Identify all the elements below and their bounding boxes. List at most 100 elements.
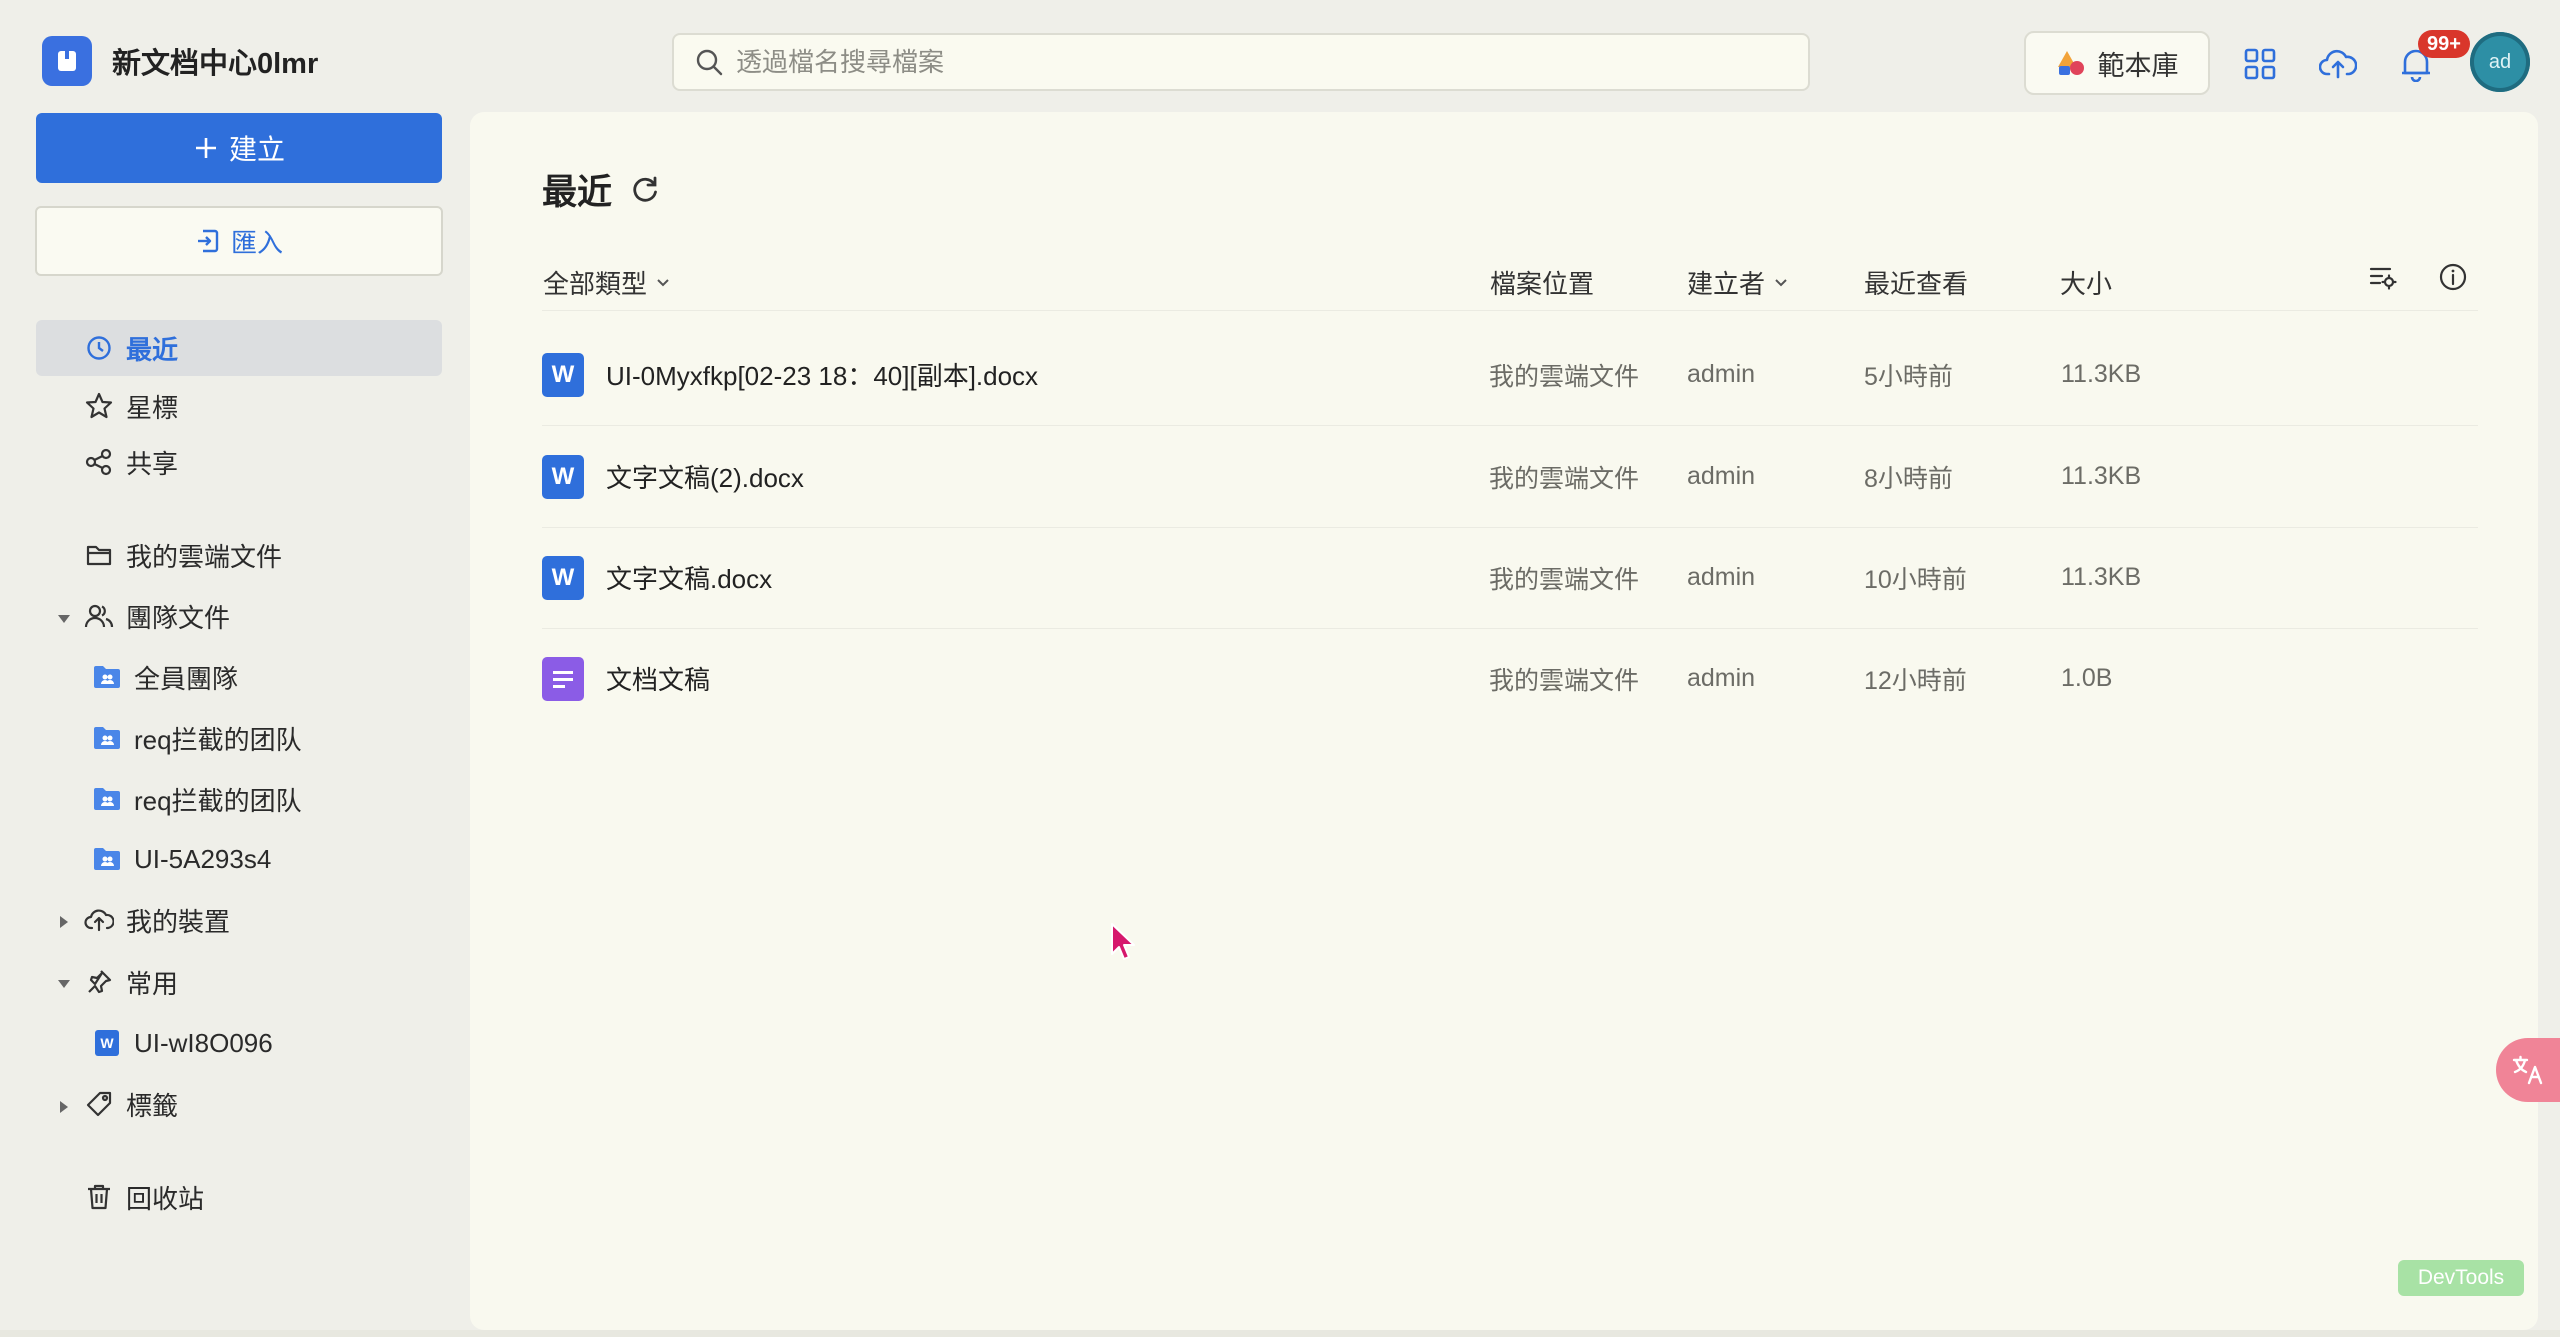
apps-grid-icon[interactable] — [2238, 42, 2282, 86]
page-title-text: 最近 — [542, 173, 613, 212]
mouse-cursor-icon — [1110, 922, 1138, 967]
sidebar-item-label: UI-wI8O096 — [134, 1027, 273, 1058]
template-library-label: 範本庫 — [2097, 50, 2179, 81]
import-button[interactable]: 匯入 — [35, 206, 443, 276]
team-folder-icon — [92, 784, 122, 814]
page-title: 最近 — [542, 164, 660, 215]
create-label: 建立 — [228, 134, 285, 165]
sidebar-item-label: UI-5A293s4 — [134, 843, 272, 874]
trash-icon — [84, 1182, 114, 1212]
sidebar-item-label: 團隊文件 — [126, 602, 231, 633]
file-creator: admin — [1687, 664, 1756, 692]
search-input[interactable] — [734, 45, 1788, 79]
clock-icon — [84, 333, 114, 363]
app-name: 新文档中心0lmr — [112, 48, 319, 80]
header-divider — [542, 310, 2478, 311]
file-location: 我的雲端文件 — [1489, 362, 1640, 391]
template-library-button[interactable]: 範本庫 — [2024, 31, 2210, 95]
sidebar-item-label: 我的雲端文件 — [126, 541, 283, 572]
team-files-expand-caret-icon[interactable] — [54, 609, 74, 629]
sidebar-item-recent[interactable]: 最近 — [36, 320, 442, 376]
my-devices-expand-caret-icon[interactable] — [54, 912, 74, 932]
notification-badge: 99+ — [2418, 30, 2470, 58]
brand[interactable]: 新文档中心0lmr — [42, 36, 318, 86]
sidebar-item-team-files[interactable]: 團隊文件 — [84, 588, 230, 644]
type-filter-label: 全部類型 — [543, 269, 648, 299]
sidebar: 建立 匯入 最近 星標 共享 我的雲端文件 團隊文件 全員團隊 req拦截的团队… — [0, 112, 470, 1337]
sidebar-item-label: 回收站 — [126, 1183, 205, 1214]
team-folder-icon — [92, 723, 122, 753]
type-filter-dropdown[interactable]: 全部類型 — [543, 264, 671, 301]
share-icon — [84, 447, 114, 477]
sidebar-item-my-cloud[interactable]: 我的雲端文件 — [84, 527, 282, 583]
column-header-location[interactable]: 檔案位置 — [1490, 264, 1594, 301]
file-location: 我的雲端文件 — [1489, 565, 1640, 594]
chevron-down-icon — [657, 278, 669, 286]
sidebar-item-team[interactable]: req拦截的团队 — [92, 710, 302, 766]
sidebar-item-team[interactable]: 全員團隊 — [92, 649, 238, 705]
tags-expand-caret-icon[interactable] — [54, 1097, 74, 1117]
search-bar[interactable] — [672, 33, 1810, 91]
table-row[interactable]: W 文字文稿.docx 我的雲端文件 admin 10小時前 11.3KB — [542, 527, 2478, 629]
file-size: 11.3KB — [2061, 462, 2142, 490]
column-settings-icon[interactable] — [2368, 262, 2398, 292]
file-name[interactable]: UI-0Myxfkp[02-23 18：40][副本].docx — [606, 324, 1038, 425]
sidebar-item-label: 星標 — [126, 392, 179, 423]
file-name[interactable]: 文字文稿(2).docx — [606, 426, 804, 527]
table-row[interactable]: W 文字文稿(2).docx 我的雲端文件 admin 8小時前 11.3KB — [542, 426, 2478, 528]
file-name[interactable]: 文字文稿.docx — [606, 527, 772, 628]
info-icon[interactable] — [2438, 262, 2468, 292]
import-icon — [197, 229, 219, 253]
column-header-label: 檔案位置 — [1490, 269, 1595, 299]
folder-icon — [84, 540, 114, 570]
sidebar-item-tags[interactable]: 標籤 — [84, 1076, 178, 1132]
sidebar-item-frequent[interactable]: 常用 — [84, 954, 178, 1010]
frequent-expand-caret-icon[interactable] — [54, 974, 74, 994]
sidebar-item-label: req拦截的团队 — [134, 785, 302, 816]
sidebar-item-trash[interactable]: 回收站 — [84, 1169, 204, 1225]
sidebar-item-label: 常用 — [126, 968, 179, 999]
search-icon — [696, 49, 723, 76]
sidebar-item-label: req拦截的团队 — [134, 724, 302, 755]
sidebar-item-label: 標籤 — [126, 1090, 179, 1121]
word-file-icon: W — [542, 455, 584, 499]
file-creator: admin — [1687, 462, 1756, 490]
sidebar-item-label: 我的裝置 — [126, 906, 231, 937]
pin-icon — [84, 967, 114, 997]
create-button[interactable]: 建立 — [36, 113, 442, 183]
file-name[interactable]: 文档文稿 — [606, 628, 710, 729]
file-last-viewed: 5小時前 — [1864, 362, 1953, 391]
chevron-down-icon — [1775, 278, 1787, 286]
team-folder-icon — [92, 844, 122, 874]
translate-widget-icon[interactable] — [2496, 1038, 2560, 1102]
table-row[interactable]: W UI-0Myxfkp[02-23 18：40][副本].docx 我的雲端文… — [542, 324, 2478, 426]
sidebar-item-label: 共享 — [126, 448, 179, 479]
user-avatar[interactable]: ad — [2470, 32, 2530, 92]
sidebar-item-team[interactable]: req拦截的团队 — [92, 771, 302, 827]
column-header-creator[interactable]: 建立者 — [1687, 264, 1789, 301]
app-logo-icon — [42, 36, 92, 86]
team-icon — [84, 601, 114, 631]
refresh-icon[interactable] — [630, 175, 660, 205]
file-size: 11.3KB — [2061, 563, 2142, 591]
template-library-icon — [2057, 51, 2084, 75]
sidebar-item-frequent-file[interactable]: W UI-wI8O096 — [92, 1015, 273, 1071]
sidebar-item-label: 最近 — [126, 334, 179, 365]
tag-icon — [84, 1089, 114, 1119]
word-file-icon: W — [92, 1028, 122, 1058]
column-header-size[interactable]: 大小 — [2060, 264, 2112, 301]
sidebar-item-shared[interactable]: 共享 — [84, 434, 178, 490]
file-location: 我的雲端文件 — [1489, 464, 1640, 493]
devtools-button[interactable]: DevTools — [2398, 1260, 2524, 1296]
sidebar-item-starred[interactable]: 星標 — [84, 378, 178, 434]
column-header-label: 建立者 — [1687, 269, 1766, 299]
column-header-last-viewed[interactable]: 最近查看 — [1864, 264, 1968, 301]
sidebar-item-team[interactable]: UI-5A293s4 — [92, 831, 271, 887]
file-size: 11.3KB — [2061, 360, 2142, 388]
cloud-upload-icon[interactable] — [2316, 42, 2360, 86]
table-row[interactable]: 文档文稿 我的雲端文件 admin 12小時前 1.0B — [542, 628, 2478, 729]
top-bar: 新文档中心0lmr 範本庫 99+ ad — [0, 0, 2560, 112]
import-label: 匯入 — [230, 227, 283, 258]
sidebar-item-label: 全員團隊 — [134, 663, 239, 694]
sidebar-item-my-devices[interactable]: 我的裝置 — [84, 892, 230, 948]
